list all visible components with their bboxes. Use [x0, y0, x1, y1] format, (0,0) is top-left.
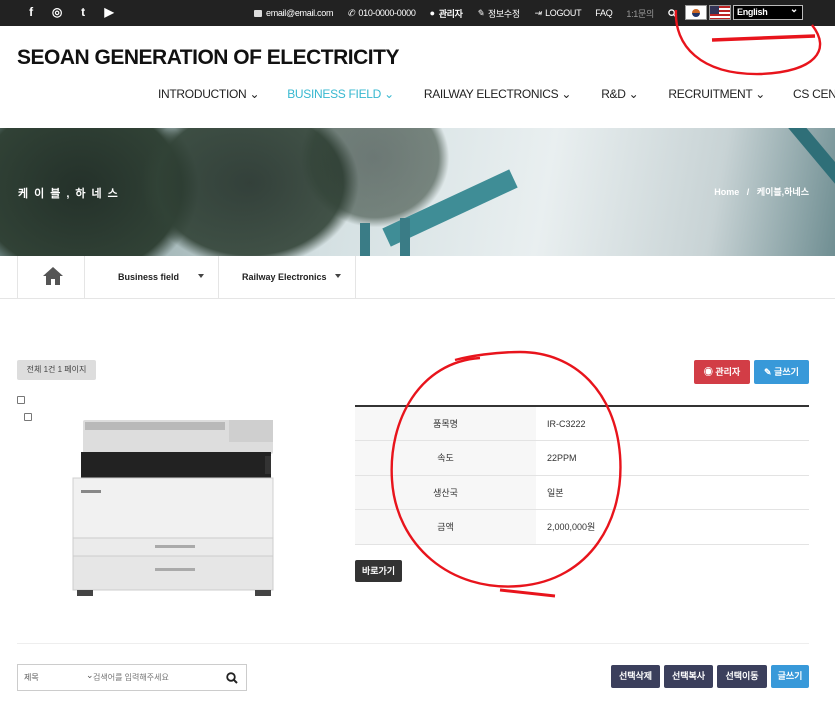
- page-title: 케이블,하네스: [18, 188, 124, 200]
- breadcrumb-home[interactable]: Home: [714, 187, 739, 197]
- move-selected-button[interactable]: 선택이동: [717, 665, 767, 688]
- nav-label: CS CENTER: [793, 87, 835, 101]
- nav-label: INTRODUCTION: [158, 87, 247, 101]
- nav-introduction[interactable]: INTRODUCTION ⌄: [158, 87, 260, 101]
- korean-flag-icon[interactable]: [685, 5, 707, 20]
- search-icon[interactable]: [668, 8, 677, 18]
- select-all-checkbox[interactable]: [17, 396, 25, 404]
- row-label: 금액: [355, 509, 536, 545]
- breadcrumb-current: 케이블,하네스: [756, 187, 809, 197]
- nav-label: R&D: [601, 87, 626, 101]
- home-icon: [43, 267, 63, 285]
- nav-label: BUSINESS FIELD: [287, 87, 382, 101]
- row-value: IR-C3222: [536, 406, 809, 441]
- hero-banner: [0, 128, 835, 256]
- row-label: 품목명: [355, 406, 536, 441]
- inquiry-link[interactable]: 1:1문의: [626, 7, 654, 20]
- nav-railway-electronics[interactable]: RAILWAY ELECTRONICS ⌄: [423, 87, 572, 101]
- nav-business-field[interactable]: BUSINESS FIELD ⌄: [287, 87, 394, 101]
- write-button-bottom[interactable]: 글쓰기: [771, 665, 809, 688]
- row-value: 2,000,000원: [536, 509, 809, 545]
- table-row: 속도 22PPM: [355, 440, 809, 476]
- write-button[interactable]: ✎ 글쓰기: [754, 360, 809, 384]
- admin-text: 관리자: [438, 8, 463, 19]
- faq-link[interactable]: FAQ: [595, 8, 612, 18]
- breadcrumb-separator: /: [746, 187, 750, 197]
- go-button[interactable]: 바로가기: [355, 560, 402, 582]
- us-flag-icon[interactable]: [709, 5, 731, 20]
- table-row: 품목명 IR-C3222: [355, 406, 809, 441]
- site-logo[interactable]: SEOAN GENERATION OF ELECTRICITY: [17, 46, 399, 70]
- total-count: 전체 1건 1 페이지: [17, 360, 96, 380]
- sub-nav: Business field Railway Electronics: [0, 256, 835, 299]
- logout-text: LOGOUT: [545, 8, 582, 18]
- pencil-icon: ✎: [764, 367, 775, 377]
- edit-info-link[interactable]: ✎ 정보수정: [477, 7, 520, 20]
- edit-icon: ✎: [476, 7, 485, 18]
- nav-label: RECRUITMENT: [668, 87, 753, 101]
- language-select[interactable]: English: [733, 3, 803, 20]
- row-label: 속도: [355, 440, 536, 476]
- row-value: 일본: [536, 475, 809, 510]
- product-info-table: 품목명 IR-C3222 속도 22PPM 생산국 일본 금액 2,000,000원: [355, 405, 809, 545]
- table-row: 금액 2,000,000원: [355, 509, 809, 545]
- search-icon[interactable]: [226, 672, 238, 684]
- search-input[interactable]: [93, 665, 213, 690]
- envelope-icon: [254, 9, 262, 17]
- structure-beam: [400, 218, 410, 256]
- admin-link[interactable]: ● 관리자: [430, 7, 463, 20]
- copy-selected-button[interactable]: 선택복사: [664, 665, 713, 688]
- search-bar: 제목: [17, 663, 247, 691]
- admin-button-label: 관리자: [715, 367, 741, 377]
- social-links: f ◎ t ▶: [25, 5, 115, 19]
- phone-link[interactable]: ✆ 010-0000-0000: [347, 7, 416, 19]
- main-nav: INTRODUCTION ⌄ BUSINESS FIELD ⌄ RAILWAY …: [158, 87, 835, 101]
- breadcrumb: Home / 케이블,하네스: [714, 185, 809, 198]
- table-row: 생산국 일본: [355, 475, 809, 510]
- instagram-icon[interactable]: ◎: [51, 5, 63, 19]
- phone-icon: ✆: [347, 7, 355, 18]
- phone-text: 010-0000-0000: [358, 8, 416, 18]
- railway-electronics-dropdown[interactable]: Railway Electronics: [219, 256, 356, 299]
- structure-beam: [360, 223, 370, 256]
- divider: [17, 643, 809, 644]
- user-icon: ◉: [703, 367, 716, 377]
- edit-info-text: 정보수정: [487, 8, 520, 19]
- youtube-icon[interactable]: ▶: [103, 5, 115, 19]
- nav-recruitment[interactable]: RECRUITMENT ⌄: [668, 87, 765, 101]
- home-button[interactable]: [17, 256, 85, 299]
- product-image: [72, 420, 274, 596]
- top-bar: f ◎ t ▶ email@email.com ✆ 010-0000-0000 ●…: [0, 0, 835, 26]
- logout-icon: ⇥: [533, 7, 542, 18]
- top-links: email@email.com ✆ 010-0000-0000 ● 관리자 ✎ 정보수…: [254, 0, 677, 26]
- write-button-label: 글쓰기: [774, 367, 799, 377]
- item-checkbox[interactable]: [24, 413, 32, 421]
- delete-selected-button[interactable]: 선택삭제: [611, 665, 660, 688]
- twitter-icon[interactable]: t: [77, 5, 89, 19]
- business-field-dropdown[interactable]: Business field: [85, 256, 219, 299]
- facebook-icon[interactable]: f: [25, 5, 37, 19]
- nav-cs-center[interactable]: CS CENTER ⌄: [793, 87, 835, 101]
- nav-rnd[interactable]: R&D ⌄: [601, 87, 639, 101]
- user-icon: ●: [429, 8, 435, 18]
- search-field-select[interactable]: 제목: [24, 663, 94, 690]
- nav-label: RAILWAY ELECTRONICS: [423, 87, 559, 101]
- email-link[interactable]: email@email.com: [254, 8, 333, 18]
- logout-link[interactable]: ⇥ LOGOUT: [533, 7, 582, 19]
- email-text: email@email.com: [266, 8, 334, 18]
- row-value: 22PPM: [536, 440, 809, 476]
- admin-button[interactable]: ◉ 관리자: [694, 360, 750, 384]
- row-label: 생산국: [355, 475, 536, 510]
